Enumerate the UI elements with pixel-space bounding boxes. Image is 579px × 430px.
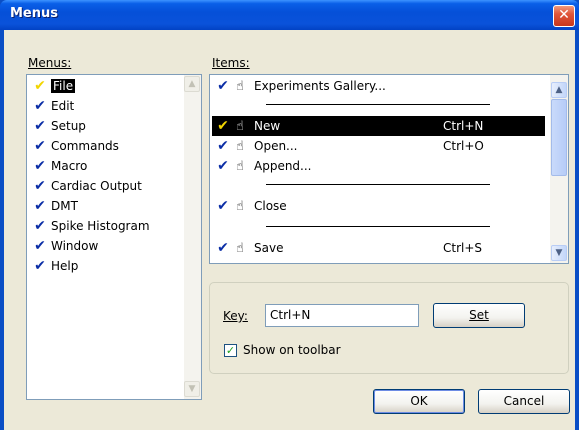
key-label-text: Key:	[223, 309, 248, 323]
menus-label-text: Menus:	[28, 56, 72, 70]
checkmark-icon: ✔	[34, 118, 46, 134]
menu-list-item[interactable]: ✔ Spike Histogram	[29, 216, 179, 236]
menu-separator	[266, 226, 490, 227]
menu-list-item[interactable]: ✔ Setup	[29, 116, 179, 136]
item-shortcut: Ctrl+N	[443, 119, 484, 133]
item-list-row-label: Save	[254, 241, 284, 255]
scroll-up-arrow-icon[interactable]: ▲	[551, 82, 567, 98]
menu-list-item[interactable]: ✔ Help	[29, 256, 179, 276]
menu-list-item-label: Edit	[51, 99, 75, 113]
item-list-row[interactable]: ✔ ☝ Save Ctrl+S	[212, 238, 545, 258]
menu-separator	[266, 104, 490, 105]
menu-list-item[interactable]: ✔ Macro	[29, 156, 179, 176]
menu-list-item-label: Commands	[51, 139, 119, 153]
item-list-row-label: Append...	[254, 159, 312, 173]
checkmark-icon: ✔	[217, 118, 229, 134]
menu-list-item[interactable]: ✔ Cardiac Output	[29, 176, 179, 196]
items-label: Items:	[212, 56, 250, 70]
menu-list-item-label: Cardiac Output	[51, 179, 142, 193]
menu-list-item-label: Window	[51, 239, 99, 253]
checkmark-icon: ✔	[217, 158, 229, 174]
scroll-down-arrow-icon[interactable]: ▼	[184, 381, 200, 397]
checkmark-icon: ✔	[34, 158, 46, 174]
scroll-thumb[interactable]	[551, 99, 567, 176]
checkmark-icon: ✔	[217, 240, 229, 256]
show-on-toolbar-checkbox[interactable]: ✓	[224, 344, 237, 357]
menus-listbox[interactable]: ✔ File ✔ Edit ✔ Setup ✔ Commands ✔ Macro ✔ Cardiac …	[26, 74, 202, 400]
menu-list-item[interactable]: ✔ File	[29, 76, 179, 96]
item-shortcut: Ctrl+S	[443, 241, 483, 255]
key-groupbox: Key: Ctrl+N Set ✓ Show on toolbar	[209, 282, 569, 374]
title-bar[interactable]: Menus ✕	[0, 0, 579, 30]
item-list-row[interactable]: ✔ ☝ Open... Ctrl+O	[212, 136, 545, 156]
items-label-text: Items:	[212, 56, 250, 70]
menu-list-item-label: Macro	[51, 159, 88, 173]
key-label: Key:	[223, 309, 248, 323]
hand-pointer-icon: ☝	[236, 139, 244, 154]
item-list-row[interactable]: ✔ ☝ Append...	[212, 156, 545, 176]
hand-pointer-icon: ☝	[236, 199, 244, 214]
checkmark-icon: ✔	[217, 78, 229, 94]
menus-label: Menus:	[28, 56, 71, 70]
item-shortcut: Ctrl+O	[443, 139, 484, 153]
cancel-button[interactable]: Cancel	[478, 389, 570, 414]
menus-scrollbar[interactable]: ▲ ▼	[184, 75, 201, 399]
checkmark-icon: ✔	[34, 238, 46, 254]
checkmark-icon: ✔	[34, 138, 46, 154]
checkmark-icon: ✔	[217, 138, 229, 154]
item-list-row[interactable]: ✔ ☝ Close	[212, 196, 545, 216]
item-list-row-label: New	[254, 119, 281, 133]
dialog-body: Menus: ✔ File ✔ Edit ✔ Setup ✔ Commands ✔ Macro ✔ C…	[4, 30, 575, 430]
window-title: Menus	[10, 6, 59, 21]
menu-list-item-label: Setup	[51, 119, 86, 133]
menu-separator	[266, 184, 490, 185]
item-list-row-label: Close	[254, 199, 287, 213]
menu-list-item-label: Spike Histogram	[51, 219, 150, 233]
ok-button[interactable]: OK	[373, 389, 465, 414]
hand-pointer-icon: ☝	[236, 119, 244, 134]
scroll-down-arrow-icon[interactable]: ▼	[551, 245, 567, 261]
checkmark-icon: ✔	[217, 198, 229, 214]
item-list-row[interactable]: ✔ ☝ Experiments Gallery...	[212, 76, 545, 96]
set-button[interactable]: Set	[433, 303, 525, 328]
item-list-row[interactable]: ✔ ☝ New Ctrl+N	[212, 116, 545, 136]
hand-pointer-icon: ☝	[236, 159, 244, 174]
items-scrollbar[interactable]: ▲ ▼	[550, 75, 568, 263]
scroll-up-arrow-icon[interactable]: ▲	[184, 76, 200, 92]
items-listbox[interactable]: ✔ ☝ Experiments Gallery... ✔ ☝ New Ctrl+N ✔ ☝ Ope…	[209, 74, 569, 264]
checkmark-icon: ✔	[34, 178, 46, 194]
show-on-toolbar-label[interactable]: Show on toolbar	[243, 343, 341, 357]
checkmark-icon: ✔	[34, 78, 46, 94]
menu-list-item[interactable]: ✔ Commands	[29, 136, 179, 156]
checkmark-icon: ✔	[34, 258, 46, 274]
menu-list-item[interactable]: ✔ Edit	[29, 96, 179, 116]
menu-list-item[interactable]: ✔ Window	[29, 236, 179, 256]
menu-list-item-label: DMT	[51, 199, 78, 213]
menus-dialog: Menus ✕ Menus: ✔ File ✔ Edit ✔ Setup ✔ Commands…	[0, 0, 579, 430]
item-list-row-label: Experiments Gallery...	[254, 79, 386, 93]
hand-pointer-icon: ☝	[236, 241, 244, 256]
hand-pointer-icon: ☝	[236, 79, 244, 94]
checkmark-icon: ✔	[34, 98, 46, 114]
menu-list-item[interactable]: ✔ DMT	[29, 196, 179, 216]
menu-list-item-label: Help	[51, 259, 79, 273]
close-icon: ✕	[558, 7, 570, 23]
set-button-label: Set	[469, 308, 489, 322]
menu-list-item-label: File	[51, 79, 76, 93]
item-list-row-label: Open...	[254, 139, 298, 153]
key-input[interactable]: Ctrl+N	[265, 304, 419, 327]
checkmark-icon: ✔	[34, 198, 46, 214]
checkmark-icon: ✔	[34, 218, 46, 234]
close-button[interactable]: ✕	[553, 5, 575, 27]
